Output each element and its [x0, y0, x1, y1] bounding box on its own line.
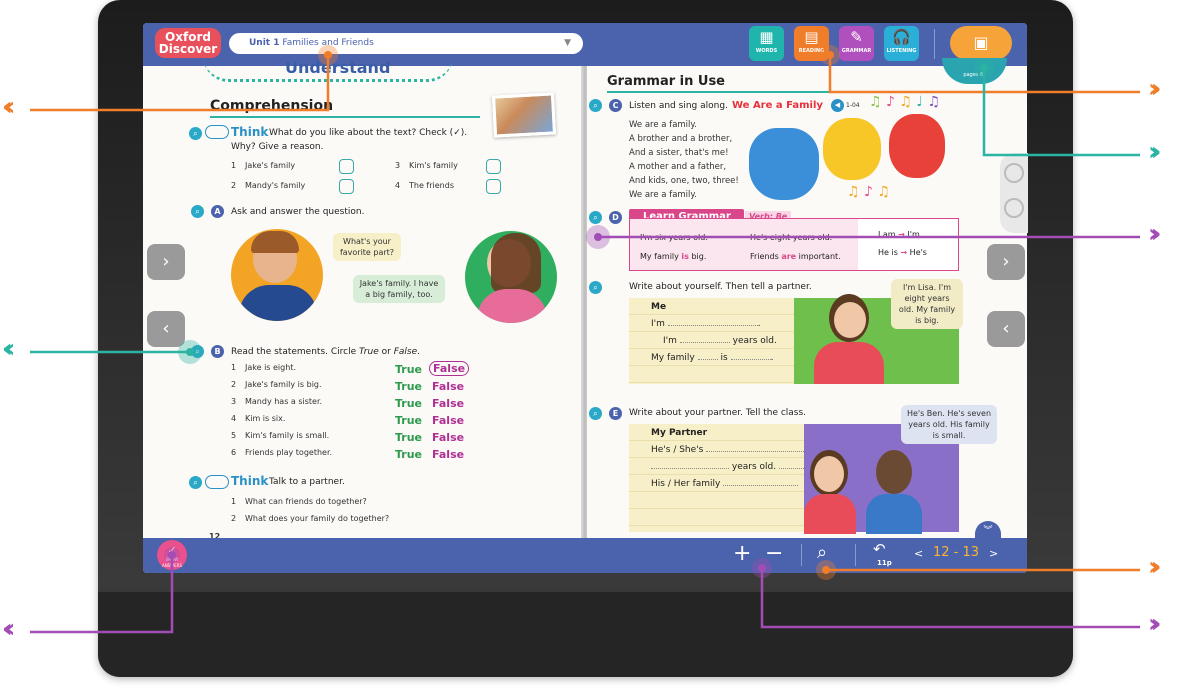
double-chevron-right-icon: ›› [1148, 552, 1162, 582]
double-chevron-right-icon: ›› [1148, 609, 1162, 639]
double-chevron-right-icon: ›› [1148, 137, 1162, 167]
double-chevron-left-icon: ‹‹ [2, 92, 16, 122]
callout-lines [30, 45, 1140, 634]
double-chevron-left-icon: ‹‹ [2, 334, 16, 364]
double-chevron-right-icon: ›› [1148, 219, 1162, 249]
double-chevron-right-icon: ›› [1148, 74, 1162, 104]
double-chevron-left-icon: ‹‹ [2, 614, 16, 644]
